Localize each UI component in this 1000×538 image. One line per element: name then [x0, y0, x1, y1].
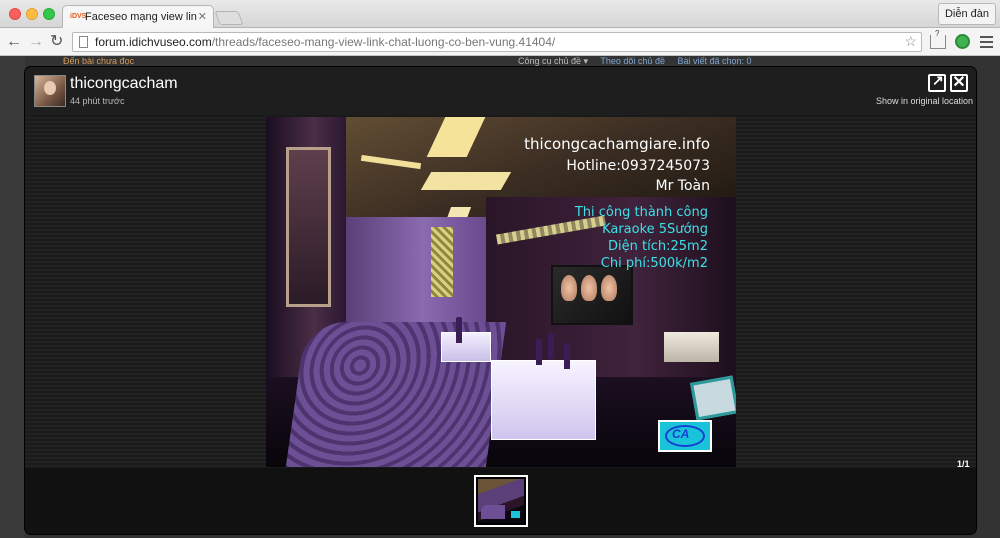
photo-hotline-text: Hotline:0937245073 [566, 158, 710, 174]
thread-tools: Công cụ chủ đề ▾ Theo dõi chủ đề Bài viế… [518, 56, 762, 67]
arrow-right-icon[interactable]: → [28, 32, 44, 52]
unread-link[interactable]: Đến bài chưa đọc [63, 56, 134, 66]
arrow-left-icon[interactable]: ← [6, 32, 22, 52]
favicon-icon: iDVS [70, 13, 87, 20]
page-icon [79, 36, 88, 48]
reload-icon[interactable]: ↻ [50, 32, 63, 52]
lightbox-header: thicongcacham 44 phút trước ✕ Show in or… [25, 67, 976, 115]
url-host: forum.idichvuseo.com [95, 35, 212, 49]
star-icon[interactable]: ☆ [904, 33, 917, 50]
url-path: /threads/faceseo-mang-view-link-chat-luo… [211, 35, 556, 49]
photo-line-4: Chi phí:500k/m2 [600, 256, 708, 271]
avatar[interactable] [34, 75, 66, 107]
company-logo-icon: CA [658, 420, 712, 452]
thread-tools-menu[interactable]: Công cụ chủ đề ▾ [518, 56, 588, 66]
lightbox-image[interactable]: thicongcachamgiare.info Hotline:09372450… [266, 117, 736, 467]
address-bar[interactable]: forum.idichvuseo.com/threads/faceseo-man… [72, 32, 922, 52]
photo-line-2: Karaoke 5Sướng [602, 222, 708, 237]
tab-title: Faceseo mạng view link chất lượng [85, 11, 197, 23]
show-original-link[interactable]: Show in original location [876, 96, 973, 106]
photo-site-text: thicongcachamgiare.info [524, 135, 710, 153]
extension-icon[interactable]: ? [930, 29, 946, 49]
logo-text: CA [672, 427, 690, 441]
hamburger-menu-icon[interactable] [980, 36, 993, 51]
thumbnail-image[interactable] [474, 475, 528, 527]
window-close-icon[interactable] [9, 8, 21, 20]
tab-close-icon[interactable]: ✕ [198, 10, 207, 23]
browser-tab[interactable]: iDVS Faceseo mạng view link chất lượng ✕ [62, 5, 214, 29]
watch-thread-link[interactable]: Theo dõi chủ đề [600, 56, 665, 66]
selected-posts-link[interactable]: Bài viết đã chọn: 0 [677, 56, 751, 66]
external-link-icon[interactable] [928, 72, 946, 92]
photo-line-1: Thi công thành công [574, 205, 708, 220]
browser-toolbar: ← → ↻ forum.idichvuseo.com/threads/faces… [0, 28, 1000, 56]
extension-green-icon[interactable] [955, 34, 970, 49]
profile-button[interactable]: Diễn đàn [937, 3, 996, 25]
window-zoom-icon[interactable] [43, 8, 55, 20]
page-left-gutter [0, 56, 25, 538]
photo-contact-text: Mr Toàn [655, 178, 710, 194]
browser-titlebar: iDVS Faceseo mạng view link chất lượng ✕… [0, 0, 1000, 29]
photo-line-3: Diện tích:25m2 [608, 239, 708, 254]
lightbox-username[interactable]: thicongcacham [70, 75, 178, 93]
new-tab-button[interactable] [214, 11, 244, 25]
close-icon[interactable]: ✕ [950, 74, 968, 92]
lightbox-time: 44 phút trước [70, 96, 125, 106]
url-text[interactable]: forum.idichvuseo.com/threads/faceseo-man… [95, 35, 555, 49]
image-lightbox: thicongcacham 44 phút trước ✕ Show in or… [25, 67, 976, 534]
thumbnail-strip [25, 468, 976, 534]
window-minimize-icon[interactable] [26, 8, 38, 20]
